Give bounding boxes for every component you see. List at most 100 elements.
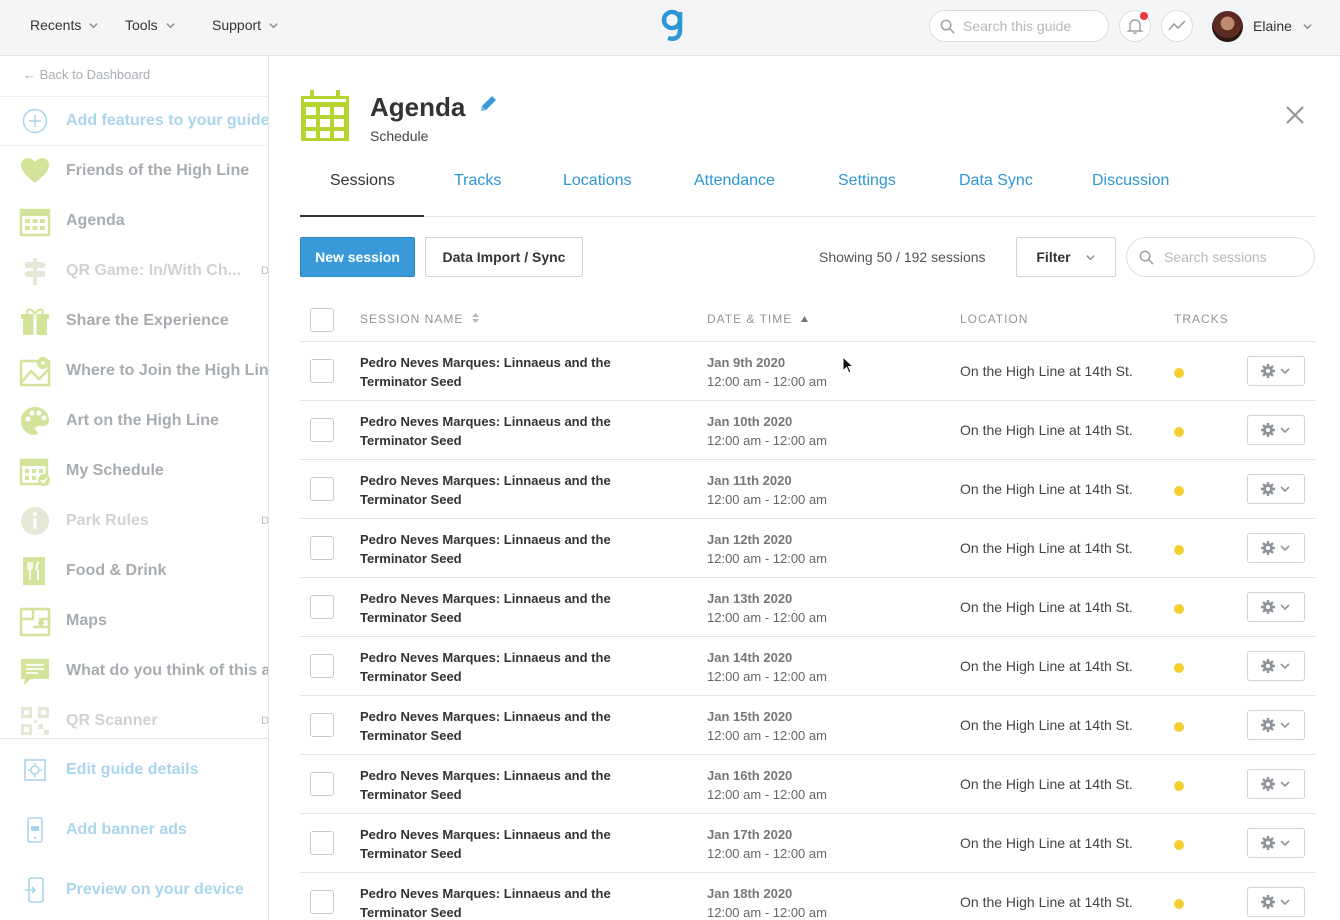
table-row[interactable]: Pedro Neves Marques: Linnaeus and the Te…	[300, 460, 1315, 519]
row-checkbox[interactable]	[310, 713, 334, 737]
tab-settings[interactable]: Settings	[838, 172, 896, 190]
tab-locations[interactable]: Locations	[563, 172, 632, 190]
session-name[interactable]: Pedro Neves Marques: Linnaeus and the Te…	[360, 825, 640, 863]
row-checkbox[interactable]	[310, 890, 334, 914]
table-row[interactable]: Pedro Neves Marques: Linnaeus and the Te…	[300, 873, 1315, 920]
draft-tag: D	[261, 265, 269, 277]
map-icon	[19, 607, 51, 637]
data-import-sync-button[interactable]: Data Import / Sync	[425, 237, 583, 277]
phone-icon	[27, 817, 43, 843]
sidebar-item-qr-game[interactable]: QR Game: In/With Ch... D	[0, 246, 269, 296]
table-header: SESSION NAME DATE & TIME LOCATION TRACKS	[300, 300, 1315, 342]
notifications-button[interactable]	[1119, 10, 1151, 42]
row-checkbox[interactable]	[310, 772, 334, 796]
tab-data-sync[interactable]: Data Sync	[959, 172, 1033, 190]
session-search-input[interactable]	[1164, 249, 1304, 265]
palette-icon	[21, 407, 49, 435]
fork-knife-icon	[23, 557, 45, 585]
row-actions-button[interactable]	[1247, 474, 1305, 504]
row-actions-button[interactable]	[1247, 828, 1305, 858]
table-row[interactable]: Pedro Neves Marques: Linnaeus and the Te…	[300, 637, 1315, 696]
tools-menu[interactable]: Tools	[125, 0, 176, 50]
row-checkbox[interactable]	[310, 418, 334, 442]
guide-search-input[interactable]	[963, 18, 1093, 34]
chevron-down-icon	[269, 22, 278, 28]
column-header-date-time[interactable]: DATE & TIME	[707, 312, 809, 326]
row-checkbox[interactable]	[310, 359, 334, 383]
session-search-box[interactable]	[1126, 237, 1315, 277]
table-row[interactable]: Pedro Neves Marques: Linnaeus and the Te…	[300, 578, 1315, 637]
sidebar-item-art[interactable]: Art on the High Line	[0, 396, 268, 446]
avatar	[1212, 10, 1243, 42]
row-checkbox[interactable]	[310, 831, 334, 855]
close-icon[interactable]	[1285, 105, 1305, 125]
row-actions-button[interactable]	[1247, 887, 1305, 917]
select-all-checkbox[interactable]	[310, 308, 334, 332]
sidebar-item-agenda[interactable]: Agenda	[0, 196, 268, 246]
row-actions-button[interactable]	[1247, 651, 1305, 681]
row-checkbox[interactable]	[310, 654, 334, 678]
add-features-button[interactable]: Add features to your guide	[0, 96, 268, 146]
add-banner-ads-button[interactable]: Add banner ads	[0, 805, 268, 855]
filter-button[interactable]: Filter	[1016, 237, 1116, 277]
tab-sessions[interactable]: Sessions	[330, 172, 395, 190]
guidebook-logo-icon[interactable]	[660, 8, 686, 42]
draft-tag: D	[261, 515, 269, 527]
table-row[interactable]: Pedro Neves Marques: Linnaeus and the Te…	[300, 342, 1315, 401]
session-name[interactable]: Pedro Neves Marques: Linnaeus and the Te…	[360, 766, 640, 804]
session-date-time: Jan 11th 2020 12:00 am - 12:00 am	[707, 471, 827, 509]
row-actions-button[interactable]	[1247, 533, 1305, 563]
table-row[interactable]: Pedro Neves Marques: Linnaeus and the Te…	[300, 814, 1315, 873]
session-name[interactable]: Pedro Neves Marques: Linnaeus and the Te…	[360, 589, 640, 627]
sidebar-item-friends[interactable]: Friends of the High Line	[0, 146, 268, 196]
row-actions-button[interactable]	[1247, 710, 1305, 740]
table-row[interactable]: Pedro Neves Marques: Linnaeus and the Te…	[300, 755, 1315, 814]
session-name[interactable]: Pedro Neves Marques: Linnaeus and the Te…	[360, 530, 640, 568]
tab-tracks[interactable]: Tracks	[454, 172, 501, 190]
table-row[interactable]: Pedro Neves Marques: Linnaeus and the Te…	[300, 696, 1315, 755]
session-name[interactable]: Pedro Neves Marques: Linnaeus and the Te…	[360, 648, 640, 686]
row-checkbox[interactable]	[310, 477, 334, 501]
column-header-session-name[interactable]: SESSION NAME	[360, 312, 480, 326]
tab-attendance[interactable]: Attendance	[694, 172, 775, 190]
sidebar-item-feedback[interactable]: What do you think of this ap	[0, 646, 268, 696]
support-menu[interactable]: Support	[212, 0, 279, 50]
session-location: On the High Line at 14th St.	[960, 717, 1133, 733]
session-name[interactable]: Pedro Neves Marques: Linnaeus and the Te…	[360, 471, 640, 509]
session-name[interactable]: Pedro Neves Marques: Linnaeus and the Te…	[360, 353, 640, 391]
preview-on-device-button[interactable]: Preview on your device	[0, 865, 268, 915]
session-date-time: Jan 9th 2020 12:00 am - 12:00 am	[707, 353, 827, 391]
edit-guide-details-button[interactable]: Edit guide details	[0, 745, 268, 795]
sidebar-item-park-rules[interactable]: Park Rules D	[0, 496, 269, 546]
session-name[interactable]: Pedro Neves Marques: Linnaeus and the Te…	[360, 884, 640, 920]
sidebar-item-maps[interactable]: Maps	[0, 596, 268, 646]
activity-graph-icon	[1168, 20, 1186, 31]
sidebar-item-food-drink[interactable]: Food & Drink	[0, 546, 268, 596]
table-row[interactable]: Pedro Neves Marques: Linnaeus and the Te…	[300, 519, 1315, 578]
row-actions-button[interactable]	[1247, 356, 1305, 386]
new-session-button[interactable]: New session	[300, 237, 415, 277]
activity-button[interactable]	[1161, 10, 1193, 42]
session-time: 12:00 am - 12:00 am	[707, 846, 827, 861]
table-row[interactable]: Pedro Neves Marques: Linnaeus and the Te…	[300, 401, 1315, 460]
user-menu[interactable]: Elaine	[1212, 10, 1313, 42]
session-name[interactable]: Pedro Neves Marques: Linnaeus and the Te…	[360, 707, 640, 745]
row-checkbox[interactable]	[310, 536, 334, 560]
sidebar-item-share[interactable]: Share the Experience	[0, 296, 268, 346]
tab-discussion[interactable]: Discussion	[1092, 172, 1169, 190]
row-actions-button[interactable]	[1247, 769, 1305, 799]
comment-icon	[21, 659, 49, 685]
row-checkbox[interactable]	[310, 595, 334, 619]
gear-icon	[1261, 718, 1290, 732]
guide-search-box[interactable]	[929, 10, 1109, 42]
row-actions-button[interactable]	[1247, 415, 1305, 445]
row-actions-button[interactable]	[1247, 592, 1305, 622]
sidebar-item-where-to-join[interactable]: Where to Join the High Line	[0, 346, 268, 396]
session-name[interactable]: Pedro Neves Marques: Linnaeus and the Te…	[360, 412, 640, 450]
session-table-body: Pedro Neves Marques: Linnaeus and the Te…	[300, 342, 1315, 920]
recents-menu[interactable]: Recents	[30, 0, 99, 50]
session-location: On the High Line at 14th St.	[960, 835, 1133, 851]
sidebar-item-my-schedule[interactable]: My Schedule	[0, 446, 268, 496]
pencil-icon[interactable]	[478, 94, 498, 114]
back-to-dashboard-link[interactable]: ← Back to Dashboard	[23, 67, 150, 82]
